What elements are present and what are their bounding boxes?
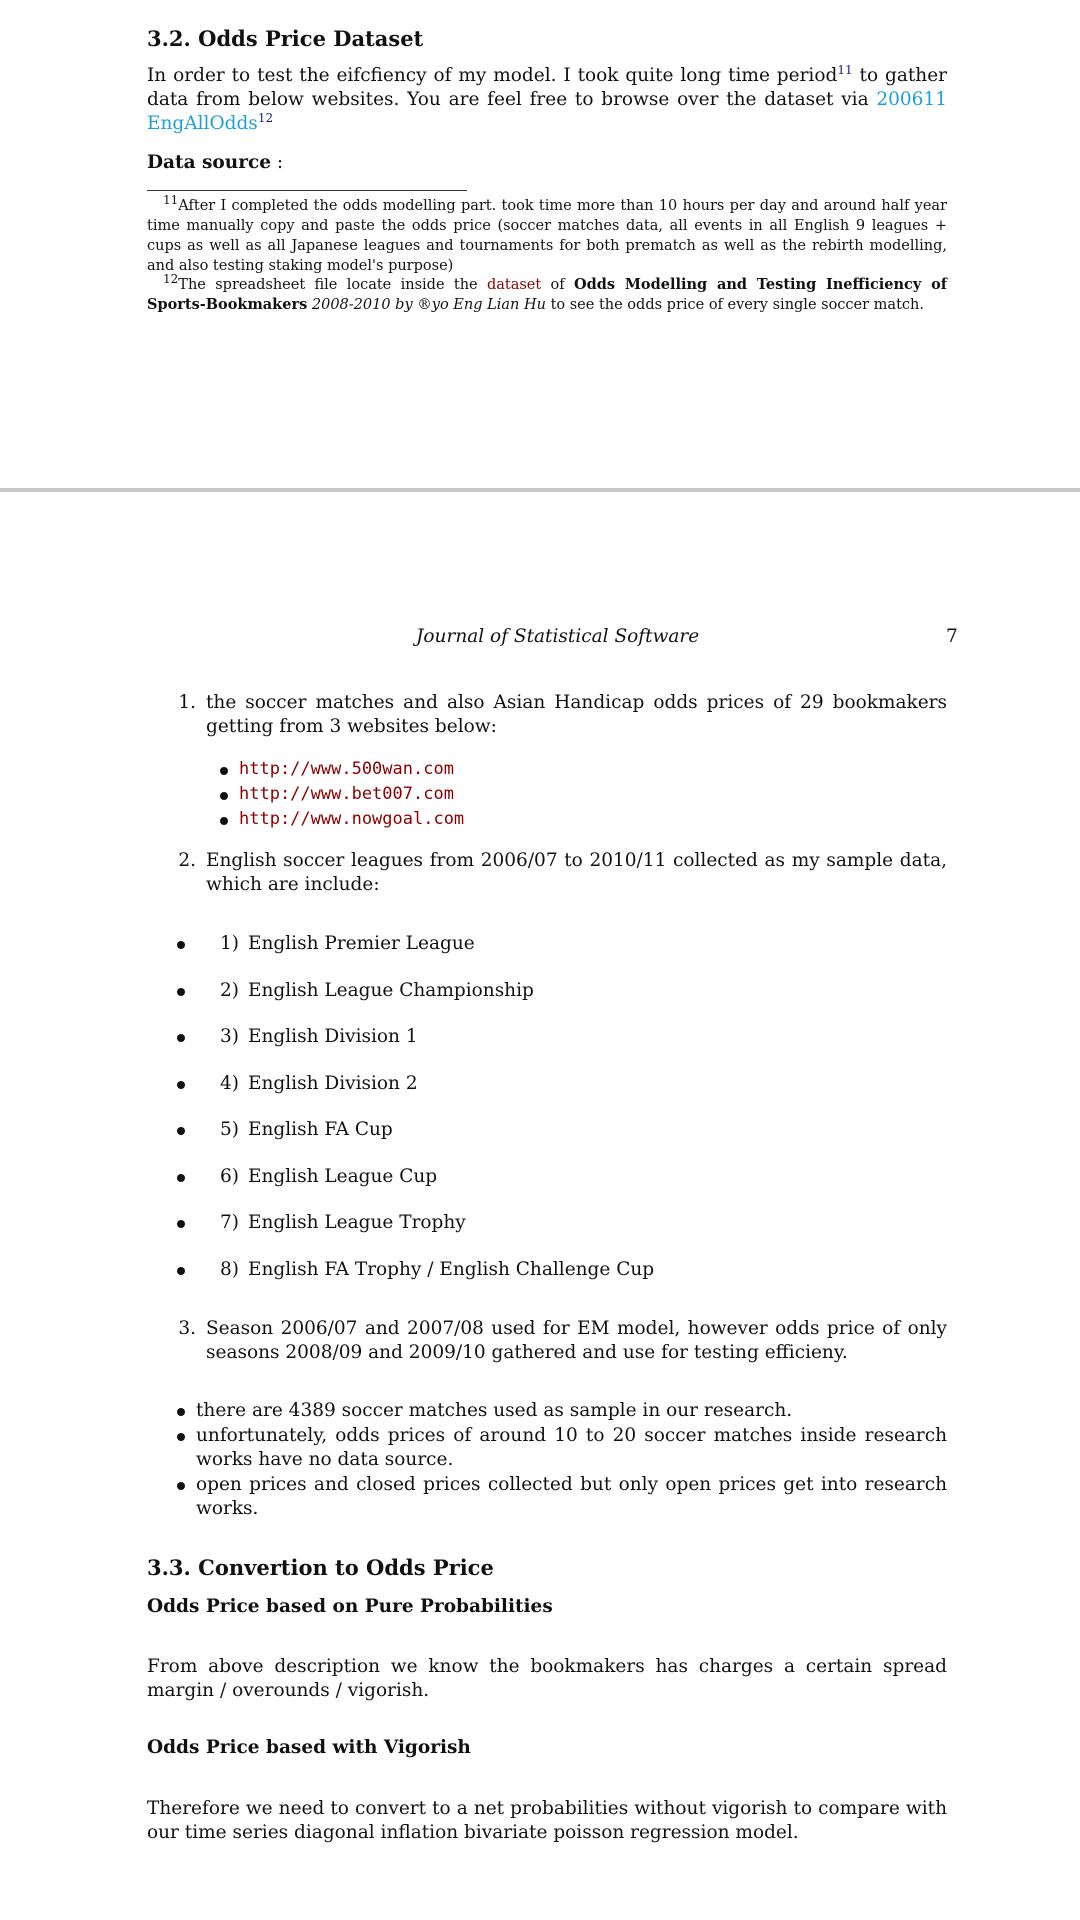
data-source-label: Data source : xyxy=(147,152,283,173)
league-name-6: English League Cup xyxy=(248,1166,438,1187)
website-item-3: http://www.nowgoal.com xyxy=(220,809,464,829)
bullet-icon xyxy=(177,1081,185,1089)
list-item-2: 2. English soccer leagues from 2006/07 t… xyxy=(170,849,947,897)
league-name-7: English League Trophy xyxy=(248,1212,466,1233)
note-text-2: unfortunately, odds prices of around 10 … xyxy=(196,1425,947,1470)
bullet-icon xyxy=(177,1220,185,1228)
league-name-1: English Premier League xyxy=(248,933,475,954)
league-number-2: 2) xyxy=(220,980,239,1001)
section-heading-3-2: 3.2. Odds Price Dataset xyxy=(147,26,424,51)
bullet-icon xyxy=(177,1127,185,1135)
page-divider xyxy=(0,488,1080,492)
footnote-ref-11[interactable]: 11 xyxy=(837,63,852,77)
league-number-3: 3) xyxy=(220,1026,239,1047)
website-link-2[interactable]: http://www.bet007.com xyxy=(239,784,454,804)
section-heading-3-3: 3.3. Convertion to Odds Price xyxy=(147,1555,494,1580)
league-name-2: English League Championship xyxy=(248,980,534,1001)
footnote-rule xyxy=(147,190,467,191)
note-item-2: unfortunately, odds prices of around 10 … xyxy=(177,1424,947,1472)
bullet-icon xyxy=(220,767,228,775)
league-number-6: 6) xyxy=(220,1166,239,1187)
league-item-5: 5) English FA Cup xyxy=(177,1118,393,1142)
page-number: 7 xyxy=(946,626,958,647)
note-item-3: open prices and closed prices collected … xyxy=(177,1473,947,1521)
league-item-2: 2) English League Championship xyxy=(177,979,534,1003)
bullet-icon xyxy=(220,817,228,825)
footnote-12-author: 2008-2010 by ®yo Eng Lian Hu xyxy=(307,297,546,313)
bullet-icon xyxy=(177,1267,185,1275)
footnote-12-post: to see the odds price of every single so… xyxy=(545,297,924,313)
subheading-vigorish: Odds Price based with Vigorish xyxy=(147,1737,471,1758)
bullet-icon xyxy=(220,792,228,800)
league-number-4: 4) xyxy=(220,1073,239,1094)
data-source-label-text: Data source xyxy=(147,152,271,173)
bullet-icon xyxy=(177,941,185,949)
list-item-1: 1. the soccer matches and also Asian Han… xyxy=(170,691,947,739)
intro-paragraph: In order to test the eifcfiency of my mo… xyxy=(147,64,947,136)
paragraph-vigorish: Therefore we need to convert to a net pr… xyxy=(147,1798,947,1843)
data-source-colon: : xyxy=(271,152,284,173)
bullet-icon xyxy=(177,1034,185,1042)
league-number-7: 7) xyxy=(220,1212,239,1233)
list-number-2: 2. xyxy=(178,850,196,871)
footnote-11-text: After I completed the odds modelling par… xyxy=(147,198,947,274)
bullet-icon xyxy=(177,1174,185,1182)
league-number-8: 8) xyxy=(220,1259,239,1280)
website-link-1[interactable]: http://www.500wan.com xyxy=(239,759,454,779)
league-item-7: 7) English League Trophy xyxy=(177,1211,466,1235)
website-item-1: http://www.500wan.com xyxy=(220,759,454,779)
note-text-3: open prices and closed prices collected … xyxy=(196,1474,947,1519)
footnote-11: 11After I completed the odds modelling p… xyxy=(147,193,947,276)
list-number-3: 3. xyxy=(178,1318,196,1339)
league-number-1: 1) xyxy=(220,933,239,954)
website-link-3[interactable]: http://www.nowgoal.com xyxy=(239,809,464,829)
footnote-11-mark: 11 xyxy=(163,193,179,208)
intro-text-1: In order to test the eifcfiency of my mo… xyxy=(147,65,838,86)
footnote-12: 12The spreadsheet file locate inside the… xyxy=(147,272,947,315)
running-header: Journal of Statistical Software xyxy=(416,626,700,647)
league-item-4: 4) English Division 2 xyxy=(177,1072,418,1096)
league-number-5: 5) xyxy=(220,1119,239,1140)
bullet-icon xyxy=(177,1482,185,1490)
league-item-3: 3) English Division 1 xyxy=(177,1025,418,1049)
bullet-icon xyxy=(177,988,185,996)
footnote-12-mid: of xyxy=(541,277,575,293)
footnote-12-dataset-link[interactable]: dataset xyxy=(487,277,541,293)
paragraph-pure: From above description we know the bookm… xyxy=(147,1656,947,1701)
footnote-ref-12[interactable]: 12 xyxy=(258,111,273,125)
list-text-2: English soccer leagues from 2006/07 to 2… xyxy=(206,850,947,895)
list-text-3: Season 2006/07 and 2007/08 used for EM m… xyxy=(206,1318,947,1363)
note-item-1: there are 4389 soccer matches used as sa… xyxy=(177,1399,947,1423)
league-item-1: 1) English Premier League xyxy=(177,932,475,956)
footnote-12-pre: The spreadsheet file locate inside the xyxy=(178,277,487,293)
league-name-3: English Division 1 xyxy=(248,1026,418,1047)
bullet-icon xyxy=(177,1408,185,1416)
bullet-icon xyxy=(177,1433,185,1441)
website-item-2: http://www.bet007.com xyxy=(220,784,454,804)
league-item-8: 8) English FA Trophy / English Challenge… xyxy=(177,1258,654,1282)
league-name-4: English Division 2 xyxy=(248,1073,418,1094)
footnote-12-mark: 12 xyxy=(163,272,179,287)
league-item-6: 6) English League Cup xyxy=(177,1165,437,1189)
note-text-1: there are 4389 soccer matches used as sa… xyxy=(196,1400,793,1421)
list-text-1: the soccer matches and also Asian Handic… xyxy=(206,692,947,737)
league-name-5: English FA Cup xyxy=(248,1119,393,1140)
list-item-3: 3. Season 2006/07 and 2007/08 used for E… xyxy=(170,1317,947,1365)
league-name-8: English FA Trophy / English Challenge Cu… xyxy=(248,1259,655,1280)
subheading-pure: Odds Price based on Pure Probabilities xyxy=(147,1596,553,1617)
list-number-1: 1. xyxy=(178,692,196,713)
